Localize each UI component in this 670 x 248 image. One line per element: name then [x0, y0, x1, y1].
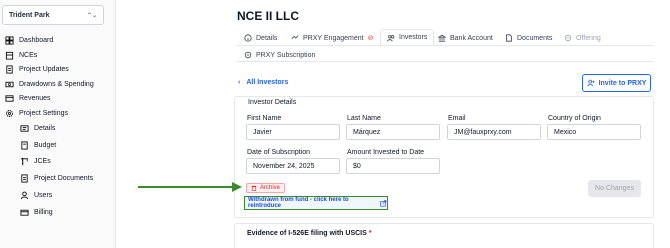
money-icon: [5, 80, 14, 89]
last-name-field[interactable]: Márquez: [346, 124, 440, 140]
country-label: Country of Origin: [548, 115, 601, 122]
gear-icon: [5, 109, 14, 118]
investor-details-title: Investor Details: [246, 99, 299, 106]
email-label: Email: [448, 115, 466, 122]
add-user-icon: [586, 79, 595, 87]
crane-icon: [20, 157, 29, 166]
tab-label: Offering: [576, 34, 601, 42]
sidebar-item-project-settings[interactable]: Project Settings: [5, 107, 68, 119]
sidebar-subitem-billing[interactable]: Billing: [20, 206, 53, 218]
sidebar-item-nces[interactable]: NCEs: [5, 49, 37, 61]
sidebar-subitem-details[interactable]: Details: [20, 122, 55, 134]
invite-label: Invite to PRXY: [598, 79, 647, 87]
tab-label: Documents: [517, 34, 553, 42]
updates-icon: [5, 64, 14, 74]
page-title: NCE II LLC: [237, 9, 299, 23]
sidebar-item-label: Project Updates: [19, 65, 69, 73]
billing-icon: [20, 208, 29, 217]
handshake-icon: [291, 35, 299, 40]
subscription-icon: [244, 51, 252, 59]
revenues-icon: [5, 94, 14, 103]
sidebar-item-drawdowns[interactable]: Drawdowns & Spending: [5, 78, 94, 90]
sidebar-item-label: Drawdowns & Spending: [19, 80, 94, 88]
required-mark: *: [368, 230, 372, 237]
tab-label: Details: [256, 34, 278, 42]
reintroduce-investor-link[interactable]: Withdrawn from fund - click here to rein…: [244, 196, 388, 210]
invite-to-prxy-button[interactable]: Invite to PRXY: [582, 74, 651, 92]
chevron-updown-icon: ⌃⌄: [86, 12, 97, 19]
user-icon: [20, 191, 29, 200]
sidebar-item-revenues[interactable]: Revenues: [5, 92, 51, 104]
sidebar-item-label: Users: [34, 191, 53, 199]
sidebar-item-label: JCEs: [34, 157, 51, 165]
sidebar-subitem-project-documents[interactable]: Project Documents: [20, 172, 93, 184]
annotation-arrow: [138, 182, 242, 192]
tab-investors[interactable]: Investors: [380, 29, 435, 45]
evidence-label: Evidence of I-526E filing with USCIS *: [247, 230, 372, 237]
building-icon: [5, 51, 14, 60]
info-icon: [244, 34, 252, 42]
amount-invested-label: Amount Invested to Date: [347, 149, 425, 156]
tab-label: Investors: [399, 34, 428, 41]
chevron-left-icon: ‹: [238, 79, 241, 86]
tab-prxy-subscription[interactable]: PRXY Subscription: [244, 48, 315, 62]
first-name-label: First Name: [247, 115, 282, 122]
first-name-field[interactable]: Javier: [246, 124, 340, 140]
all-investors-link[interactable]: ‹ All Investors: [238, 79, 288, 86]
sidebar-item-label: NCEs: [19, 51, 38, 59]
sidebar-item-label: Dashboard: [19, 36, 54, 44]
sidebar-subitem-budget[interactable]: Budget: [20, 139, 56, 151]
dashboard-icon: [5, 35, 14, 45]
last-name-label: Last Name: [347, 115, 381, 122]
alert-icon: ⊘: [367, 35, 374, 42]
tabs-divider: [237, 45, 654, 46]
subscription-date-label: Date of Subscription: [247, 149, 311, 156]
budget-icon: [20, 140, 29, 150]
sidebar-item-label: Project Settings: [19, 109, 69, 117]
withdrawn-label: Withdrawn from fund - click here to rein…: [248, 197, 349, 209]
details-icon: [20, 124, 29, 133]
project-name: Trident Park: [9, 11, 50, 19]
tab-prxy-engagement[interactable]: PRXY Engagement ⊘: [291, 31, 373, 45]
back-link-label: All Investors: [246, 79, 289, 86]
evidence-label-text: Evidence of I-526E filing with USCIS: [247, 230, 367, 237]
documents-icon: [20, 173, 29, 183]
sidebar-item-label: Billing: [34, 208, 53, 216]
sidebar-item-label: Details: [34, 124, 56, 132]
sidebar-subitem-users[interactable]: Users: [20, 189, 52, 201]
sidebar-item-project-updates[interactable]: Project Updates: [5, 63, 69, 75]
project-selector[interactable]: Trident Park ⌃⌄: [2, 5, 104, 25]
trash-icon: [251, 185, 257, 191]
country-field[interactable]: Mexico: [547, 124, 641, 140]
tab-label: Bank Account: [450, 34, 493, 42]
tab-offering: Offering: [564, 31, 601, 45]
sidebar-item-label: Project Documents: [34, 174, 94, 182]
tab-label: PRXY Engagement: [303, 34, 364, 42]
archive-label: Archive: [259, 185, 280, 191]
offering-icon: [564, 34, 572, 42]
investors-icon: [387, 34, 395, 41]
tab-details[interactable]: Details: [244, 31, 277, 45]
email-field[interactable]: JM@fauxprxy.com: [447, 124, 541, 140]
tab-bank-account[interactable]: Bank Account: [438, 31, 493, 45]
documents-tab-icon: [506, 34, 512, 42]
tab-label: PRXY Subscription: [256, 51, 316, 59]
sidebar-item-dashboard[interactable]: Dashboard: [5, 34, 53, 46]
subscription-date-field[interactable]: November 24, 2025: [246, 158, 340, 174]
reintroduce-icon: [380, 199, 387, 206]
tabs-divider: [237, 61, 654, 62]
bank-icon: [438, 34, 446, 42]
sidebar-item-label: Revenues: [19, 94, 51, 102]
no-changes-button[interactable]: No Changes: [588, 180, 641, 197]
sidebar-item-label: Budget: [34, 141, 57, 149]
tab-documents[interactable]: Documents: [505, 31, 552, 45]
amount-invested-field[interactable]: $0: [346, 158, 440, 174]
archive-button[interactable]: Archive: [246, 183, 285, 193]
sidebar-subitem-jces[interactable]: JCEs: [20, 155, 51, 167]
